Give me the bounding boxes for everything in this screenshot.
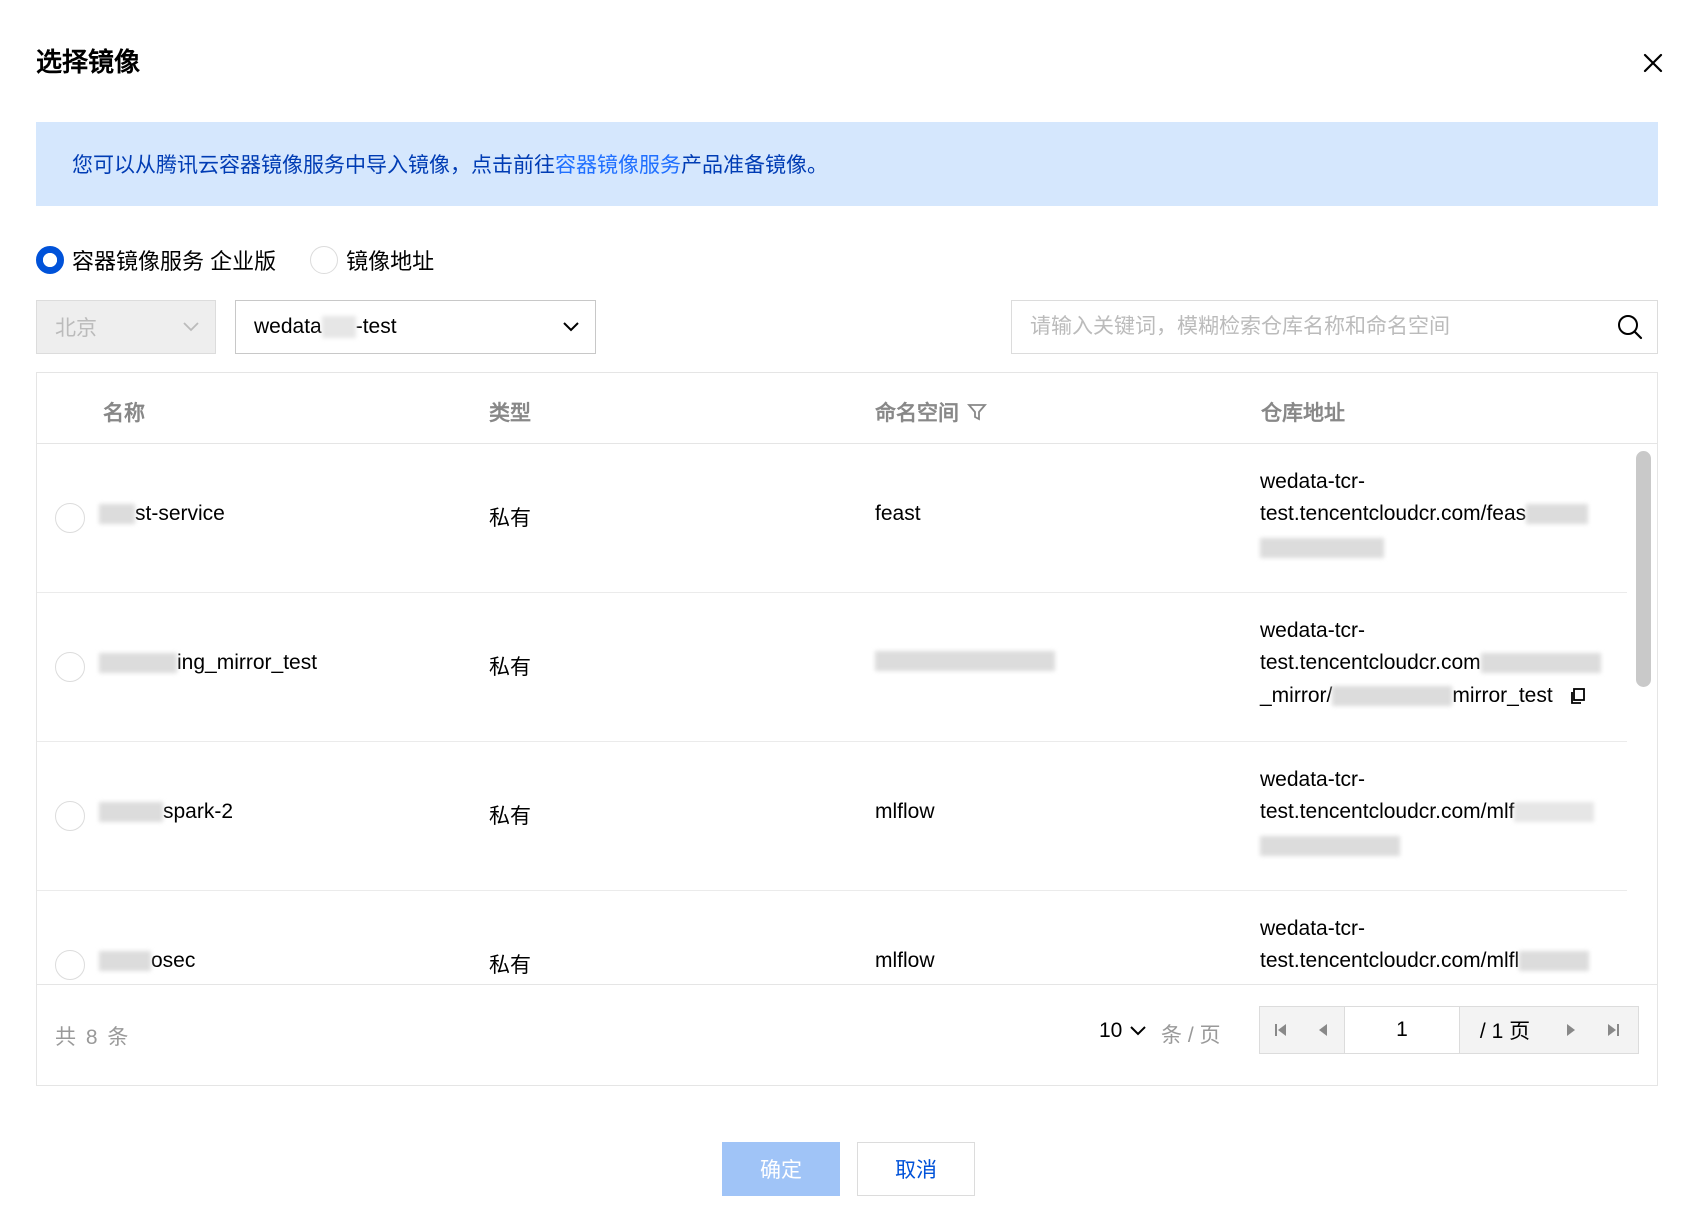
notice-text-before: 您可以从腾讯云容器镜像服务中导入镜像，点击前往 xyxy=(72,154,555,177)
pagination-bar: 共 8 条 10 条 / 页 1 / 1 页 xyxy=(37,984,1657,1086)
instance-select[interactable]: wedata -test xyxy=(235,300,596,354)
select-image-dialog: 选择镜像 您可以从腾讯云容器镜像服务中导入镜像，点击前往 容器镜像服务 产品准备镜像… xyxy=(0,0,1692,1230)
confirm-button[interactable]: 确定 xyxy=(722,1142,840,1196)
prev-page-icon xyxy=(1319,1024,1327,1036)
row-addr-line2: test.tencentcloudcr.com xyxy=(1260,651,1601,675)
row-type: 私有 xyxy=(489,507,531,530)
search-input[interactable] xyxy=(1030,315,1590,339)
page-size-select[interactable]: 10 xyxy=(1099,1019,1147,1043)
copy-icon[interactable] xyxy=(1569,687,1587,705)
row-addr-line1: wedata-tcr- xyxy=(1260,768,1366,791)
last-page-icon xyxy=(1608,1024,1619,1036)
row-addr-line3 xyxy=(1260,834,1400,858)
table-row[interactable]: ing_mirror_test 私有 wedata-tcr- test.tenc… xyxy=(37,593,1627,742)
radio-label-address: 镜像地址 xyxy=(346,249,435,274)
row-name: osec xyxy=(99,949,195,973)
row-addr-line2: test.tencentcloudcr.com/mlfl xyxy=(1260,949,1590,973)
source-radio-group: 容器镜像服务 企业版 镜像地址 xyxy=(36,244,468,276)
region-value: 北京 xyxy=(55,317,97,340)
info-notice: 您可以从腾讯云容器镜像服务中导入镜像，点击前往 容器镜像服务 产品准备镜像。 xyxy=(36,122,1658,206)
radio-unchecked-icon xyxy=(310,246,339,274)
close-icon xyxy=(1643,53,1663,73)
page-input[interactable]: 1 xyxy=(1344,1007,1460,1053)
row-addr-line3: _mirror/mirror_test xyxy=(1260,684,1587,708)
row-addr-line1: wedata-tcr- xyxy=(1260,470,1366,493)
radio-checked-icon xyxy=(36,246,64,274)
table-row[interactable]: osec 私有 mlflow wedata-tcr- test.tencentc… xyxy=(37,891,1627,984)
next-page-button[interactable] xyxy=(1550,1007,1592,1053)
table-row[interactable]: st-service 私有 feast wedata-tcr- test.ten… xyxy=(37,444,1627,593)
first-page-icon xyxy=(1275,1024,1286,1036)
search-icon[interactable] xyxy=(1617,314,1643,340)
table-body: st-service 私有 feast wedata-tcr- test.ten… xyxy=(37,444,1627,984)
column-repo-address: 仓库地址 xyxy=(1261,402,1345,425)
search-box xyxy=(1011,300,1658,354)
per-page-label: 条 / 页 xyxy=(1161,1024,1221,1047)
row-type: 私有 xyxy=(489,656,531,679)
radio-tcr-enterprise[interactable]: 容器镜像服务 企业版 xyxy=(36,244,276,276)
row-namespace xyxy=(875,651,1055,671)
radio-image-address[interactable]: 镜像地址 xyxy=(310,244,434,276)
region-select: 北京 xyxy=(36,300,216,354)
instance-value: wedata -test xyxy=(254,315,397,339)
row-radio[interactable] xyxy=(55,801,85,831)
row-type: 私有 xyxy=(489,805,531,828)
total-count: 共 8 条 xyxy=(55,1026,131,1049)
chevron-down-icon xyxy=(183,322,199,332)
column-type: 类型 xyxy=(489,402,531,425)
row-type: 私有 xyxy=(489,954,531,977)
row-namespace: mlflow xyxy=(875,949,935,972)
cancel-button[interactable]: 取消 xyxy=(857,1142,975,1196)
row-namespace: mlflow xyxy=(875,800,935,823)
row-addr-line1: wedata-tcr- xyxy=(1260,619,1366,642)
next-page-icon xyxy=(1567,1024,1575,1036)
row-addr-line1: wedata-tcr- xyxy=(1260,917,1366,940)
row-radio[interactable] xyxy=(55,950,85,980)
row-name: ing_mirror_test xyxy=(99,651,317,675)
chevron-down-icon xyxy=(563,322,579,332)
row-radio[interactable] xyxy=(55,503,85,533)
first-page-button[interactable] xyxy=(1260,1007,1302,1053)
notice-text-after: 产品准备镜像。 xyxy=(681,154,828,177)
filter-icon[interactable] xyxy=(967,402,987,422)
image-table: 名称 类型 命名空间 仓库地址 st-service 私有 feast weda… xyxy=(36,372,1658,1086)
row-name: st-service xyxy=(99,502,225,526)
close-button[interactable] xyxy=(1636,46,1670,80)
column-name: 名称 xyxy=(103,402,145,425)
table-row[interactable]: spark-2 私有 mlflow wedata-tcr- test.tence… xyxy=(37,742,1627,891)
chevron-down-icon xyxy=(1130,1026,1147,1036)
prev-page-button[interactable] xyxy=(1302,1007,1344,1053)
row-addr-line2: test.tencentcloudcr.com/mlf xyxy=(1260,800,1595,824)
table-header: 名称 类型 命名空间 仓库地址 xyxy=(37,373,1657,444)
row-namespace: feast xyxy=(875,502,921,525)
pager: 1 / 1 页 xyxy=(1259,1006,1639,1054)
row-radio[interactable] xyxy=(55,652,85,682)
scrollbar-thumb[interactable] xyxy=(1636,451,1651,687)
row-name: spark-2 xyxy=(99,800,233,824)
radio-label-tcr: 容器镜像服务 企业版 xyxy=(72,249,277,274)
row-addr-line2: test.tencentcloudcr.com/feas xyxy=(1260,502,1589,526)
column-namespace[interactable]: 命名空间 xyxy=(875,397,987,427)
last-page-button[interactable] xyxy=(1592,1007,1634,1053)
tcr-service-link[interactable]: 容器镜像服务 xyxy=(555,149,681,179)
row-addr-line3 xyxy=(1260,536,1384,560)
dialog-title: 选择镜像 xyxy=(36,47,141,77)
total-pages: / 1 页 xyxy=(1479,1020,1531,1043)
